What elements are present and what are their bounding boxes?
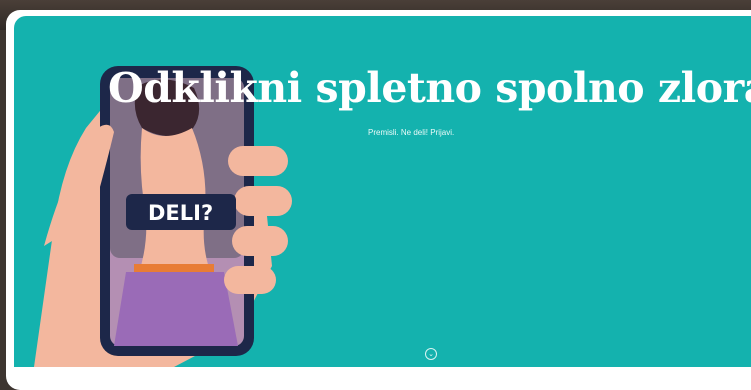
page-title: Odklikni spletno spolno zlorabo	[108, 64, 751, 112]
scroll-down-button[interactable]: ⌄	[425, 348, 437, 360]
deli-badge-text: DELI?	[148, 201, 213, 225]
finger-2	[234, 186, 292, 216]
finger-1	[228, 146, 288, 176]
hero-banner: DELI? Odklikni spletno spolno zlorabo Pr…	[14, 16, 751, 367]
chevron-down-icon: ⌄	[428, 350, 434, 358]
finger-4	[224, 266, 276, 294]
finger-3	[232, 226, 288, 256]
tagline: Premisli. Ne deli! Prijavi.	[368, 128, 455, 137]
skirt	[114, 272, 238, 346]
